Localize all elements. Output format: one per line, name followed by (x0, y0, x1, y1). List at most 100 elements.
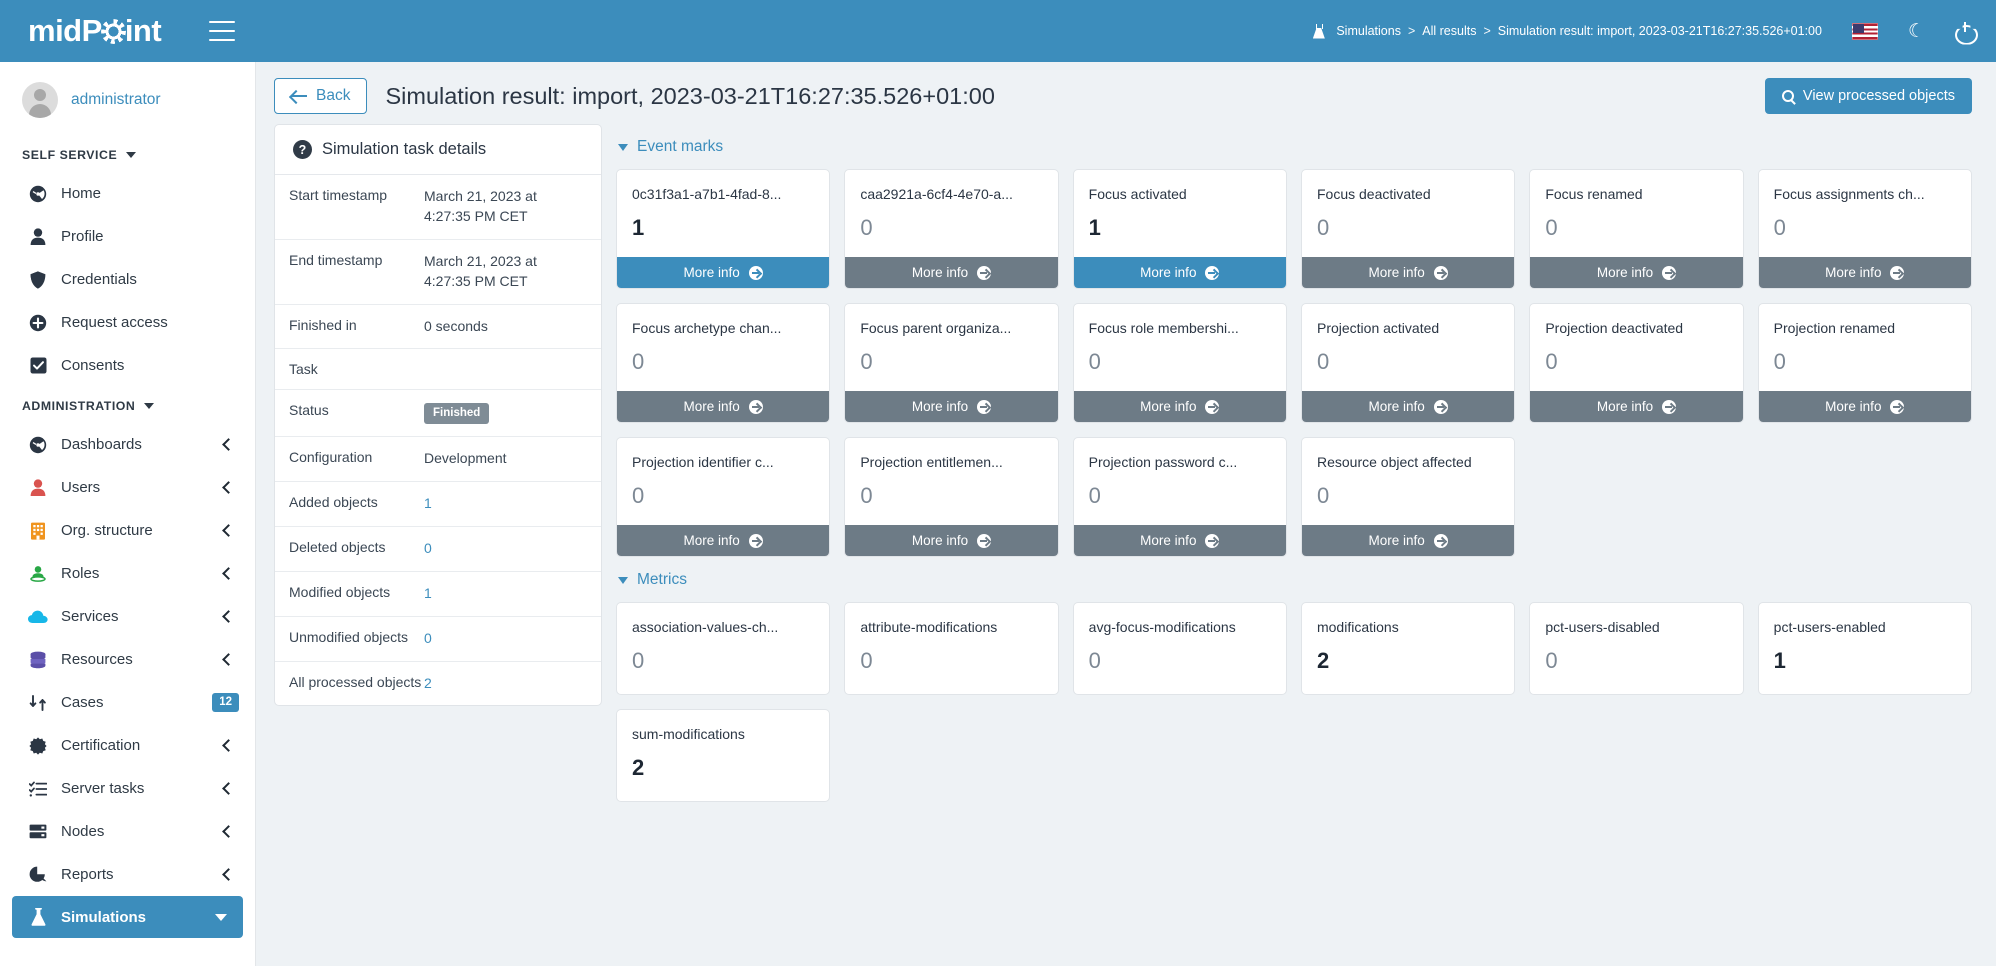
search-icon (1782, 90, 1794, 102)
metric-card: sum-modifications2 (616, 709, 830, 802)
row-value-link[interactable]: 0 (424, 539, 432, 559)
more-info-button[interactable]: More info (617, 391, 829, 422)
more-info-label: More info (1369, 399, 1425, 414)
card-title: pct-users-disabled (1530, 603, 1742, 635)
more-info-button[interactable]: More info (1302, 391, 1514, 422)
gear-icon (103, 21, 124, 42)
more-info-button[interactable]: More info (845, 257, 1057, 288)
sidebar-item-request-access[interactable]: Request access (0, 301, 255, 344)
more-info-button[interactable]: More info (845, 525, 1057, 556)
sidebar-item-cases[interactable]: Cases 12 (0, 681, 255, 724)
more-info-button[interactable]: More info (1074, 391, 1286, 422)
row-value-link[interactable]: 0 (424, 629, 432, 649)
sidebar-item-roles[interactable]: Roles (0, 552, 255, 595)
sidebar-item-profile[interactable]: Profile (0, 215, 255, 258)
breadcrumb-item-all-results[interactable]: All results (1422, 24, 1476, 38)
more-info-button[interactable]: More info (1759, 257, 1971, 288)
midpoint-logo[interactable]: midPint (28, 13, 161, 49)
cards-column: Event marks 0c31f3a1-a7b1-4fad-8...1More… (616, 124, 1972, 802)
table-row: End timestampMarch 21, 2023 at 4:27:35 P… (275, 240, 601, 305)
card-value: 0 (1302, 202, 1514, 257)
sidebar-item-resources[interactable]: Resources (0, 638, 255, 681)
sidebar-item-label: Consents (61, 357, 239, 374)
sidebar-item-nodes[interactable]: Nodes (0, 810, 255, 853)
row-value: March 21, 2023 at 4:27:35 PM CET (424, 252, 587, 292)
card-title: Focus renamed (1530, 170, 1742, 202)
sidebar-item-label: Roles (61, 565, 211, 582)
tasklist-icon (28, 779, 48, 799)
more-info-button[interactable]: More info (1759, 391, 1971, 422)
app-window: midPint Simulations > All results > Simu… (0, 0, 1996, 966)
table-row: Deleted objects0 (275, 527, 601, 572)
sidebar-item-dashboards[interactable]: Dashboards (0, 423, 255, 466)
dashboard-icon (28, 435, 48, 455)
more-info-button[interactable]: More info (1302, 525, 1514, 556)
sidebar-item-org-structure[interactable]: Org. structure (0, 509, 255, 552)
more-info-button[interactable]: More info (1302, 257, 1514, 288)
arrow-right-circle-icon (749, 400, 763, 414)
sidebar-item-label: Dashboards (61, 436, 211, 453)
row-key: Task (289, 361, 424, 377)
card-value: 1 (1074, 202, 1286, 257)
more-info-label: More info (684, 533, 740, 548)
page-header: Back Simulation result: import, 2023-03-… (256, 62, 1996, 124)
sidebar-item-services[interactable]: Services (0, 595, 255, 638)
view-processed-objects-button[interactable]: View processed objects (1765, 78, 1972, 114)
avatar (22, 82, 58, 118)
sidebar-item-users[interactable]: Users (0, 466, 255, 509)
metric-card: Focus deactivated0 More info (1301, 169, 1515, 289)
more-info-button[interactable]: More info (1074, 257, 1286, 288)
chevron-left-icon (222, 825, 235, 838)
card-value: 0 (1074, 635, 1286, 694)
breadcrumb-item-simulations[interactable]: Simulations (1336, 24, 1401, 38)
moon-icon[interactable]: ☾ (1908, 22, 1925, 41)
more-info-label: More info (1825, 399, 1881, 414)
more-info-button[interactable]: More info (617, 525, 829, 556)
more-info-label: More info (1369, 265, 1425, 280)
chevron-left-icon (222, 567, 235, 580)
sidebar-section-administration[interactable]: ADMINISTRATION (0, 387, 255, 423)
sidebar-item-reports[interactable]: Reports (0, 853, 255, 896)
hamburger-menu-icon[interactable] (209, 21, 235, 41)
sidebar-item-consents[interactable]: Consents (0, 344, 255, 387)
chevron-down-icon (618, 577, 628, 584)
more-info-label: More info (684, 399, 740, 414)
metrics-section-header[interactable]: Metrics (616, 557, 1972, 602)
sidebar-item-server-tasks[interactable]: Server tasks (0, 767, 255, 810)
sidebar-item-simulations[interactable]: Simulations (12, 896, 243, 938)
row-key: Finished in (289, 317, 424, 337)
more-info-button[interactable]: More info (1074, 525, 1286, 556)
sidebar-item-certification[interactable]: Certification (0, 724, 255, 767)
card-title: Focus deactivated (1302, 170, 1514, 202)
more-info-label: More info (1140, 399, 1196, 414)
sidebar-user[interactable]: administrator (0, 62, 255, 136)
power-icon[interactable] (1955, 22, 1974, 41)
back-button[interactable]: Back (274, 78, 367, 114)
chevron-left-icon (222, 481, 235, 494)
card-value: 0 (1530, 202, 1742, 257)
sidebar-item-label: Request access (61, 314, 239, 331)
more-info-button[interactable]: More info (845, 391, 1057, 422)
us-flag-icon[interactable] (1852, 23, 1878, 40)
sidebar-item-label: Nodes (61, 823, 211, 840)
more-info-button[interactable]: More info (617, 257, 829, 288)
sidebar-item-label: Reports (61, 866, 211, 883)
row-value-link[interactable]: 1 (424, 494, 432, 514)
more-info-button[interactable]: More info (1530, 391, 1742, 422)
card-value: 0 (845, 470, 1057, 525)
card-value: 0 (617, 635, 829, 694)
event-marks-grid: 0c31f3a1-a7b1-4fad-8...1More infocaa2921… (616, 169, 1972, 557)
sidebar-item-credentials[interactable]: Credentials (0, 258, 255, 301)
sidebar-item-home[interactable]: Home (0, 172, 255, 215)
arrow-right-circle-icon (1434, 400, 1448, 414)
more-info-label: More info (684, 265, 740, 280)
more-info-button[interactable]: More info (1530, 257, 1742, 288)
row-value-link[interactable]: 1 (424, 584, 432, 604)
event-marks-section-header[interactable]: Event marks (616, 124, 1972, 169)
sidebar-item-label: Certification (61, 737, 211, 754)
metric-card: Projection password c...0More info (1073, 437, 1287, 557)
row-key: Deleted objects (289, 539, 424, 559)
breadcrumb-separator: > (1408, 24, 1415, 38)
sidebar-section-self-service[interactable]: SELF SERVICE (0, 136, 255, 172)
row-value-link[interactable]: 2 (424, 674, 432, 694)
